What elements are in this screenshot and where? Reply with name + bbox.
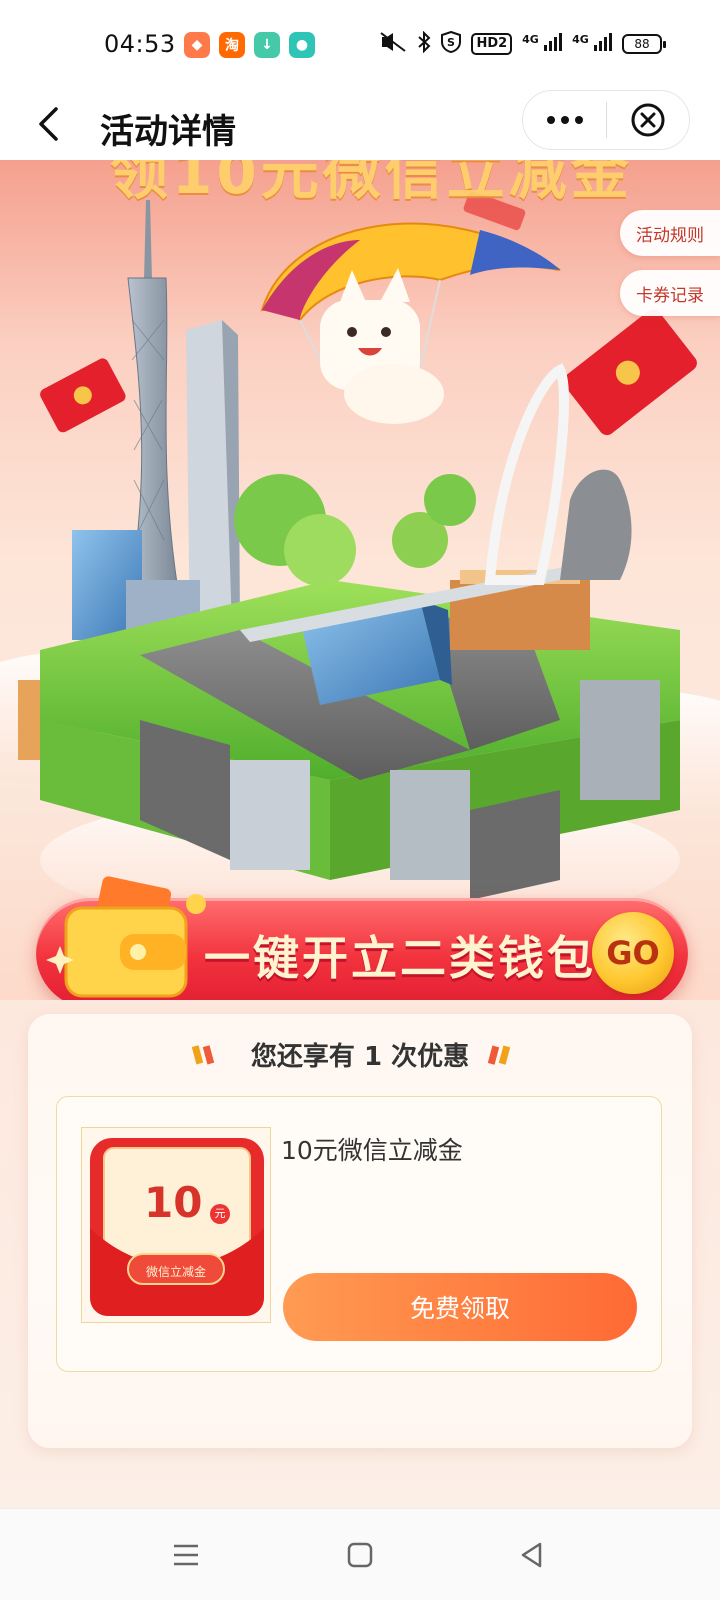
hero-title: 领10元微信立减金 (110, 160, 633, 207)
square-home-icon (347, 1542, 373, 1568)
red-envelope-right (563, 309, 697, 436)
status-indicators: S HD2 4G 4G 88 (379, 30, 666, 57)
close-button[interactable] (607, 90, 689, 150)
open-wallet-banner[interactable]: 一键开立二类钱包 GO (36, 876, 688, 1008)
coupon-image: 微信立减金 10 元 (81, 1127, 271, 1323)
chat-app-icon: ● (289, 32, 315, 58)
more-button[interactable] (523, 90, 606, 150)
menu-icon (174, 1544, 198, 1566)
offer-card: 您还享有 1 次优惠 微信立减金 10 元 10元微信立减金 免费领取 (28, 1014, 692, 1448)
signal-icon: 4G (522, 33, 563, 55)
coupon-title: 10元微信立减金 (281, 1136, 463, 1165)
more-dot-icon (546, 116, 555, 124)
download-app-icon: ↓ (254, 32, 280, 58)
status-bar: 04:53 ◆ 淘 ↓ ● S HD2 4G 4G 88 (0, 0, 720, 88)
go-button[interactable]: GO (592, 912, 674, 994)
bluetooth-icon (417, 30, 431, 57)
system-navigation-bar (0, 1508, 720, 1600)
signal-icon-2: 4G (572, 33, 612, 55)
activity-rules-tab[interactable]: 活动规则 (620, 210, 720, 256)
hero-banner: 领10元微信立减金 活动规则 卡券记录 一键开立二类钱包 GO (0, 160, 720, 1010)
home-button[interactable] (336, 1531, 384, 1579)
coupon-records-tab[interactable]: 卡券记录 (620, 270, 720, 316)
offer-count: 1 (363, 1042, 383, 1072)
triangle-back-icon (521, 1542, 542, 1568)
coupon-item: 微信立减金 10 元 10元微信立减金 免费领取 (56, 1096, 662, 1372)
more-dot-icon (560, 116, 569, 124)
svg-text:S: S (447, 36, 455, 49)
taobao-app-icon: 淘 (219, 32, 245, 58)
svg-text:微信立减金: 微信立减金 (146, 1264, 206, 1279)
coupon-amount: 10 (144, 1178, 203, 1227)
shield-icon: S (441, 30, 462, 57)
coupon-unit: 元 (210, 1204, 230, 1224)
mute-icon (379, 31, 407, 57)
mini-program-capsule (522, 90, 690, 150)
nav-bar: 活动详情 (0, 88, 720, 160)
red-envelope-left (40, 358, 126, 433)
status-time: 04:53 (104, 30, 176, 58)
chevron-left-icon (39, 107, 58, 141)
wallet-icon (46, 876, 206, 998)
more-dot-icon (574, 116, 583, 124)
back-button[interactable] (24, 100, 72, 148)
menu-button[interactable] (162, 1531, 210, 1579)
offer-count-header: 您还享有 1 次优惠 (250, 1042, 470, 1072)
battery-icon: 88 (622, 34, 666, 54)
right-flag-icon (488, 1045, 511, 1065)
wallet-banner-text: 一键开立二类钱包 (204, 931, 596, 985)
hd-label: HD2 (471, 33, 513, 55)
back-nav-button[interactable] (508, 1531, 556, 1579)
close-circle-icon (631, 103, 665, 137)
free-claim-button[interactable]: 免费领取 (283, 1273, 637, 1341)
page-title: 活动详情 (100, 112, 236, 152)
status-app-icons: ◆ 淘 ↓ ● (184, 32, 315, 58)
game-app-icon: ◆ (184, 32, 210, 58)
